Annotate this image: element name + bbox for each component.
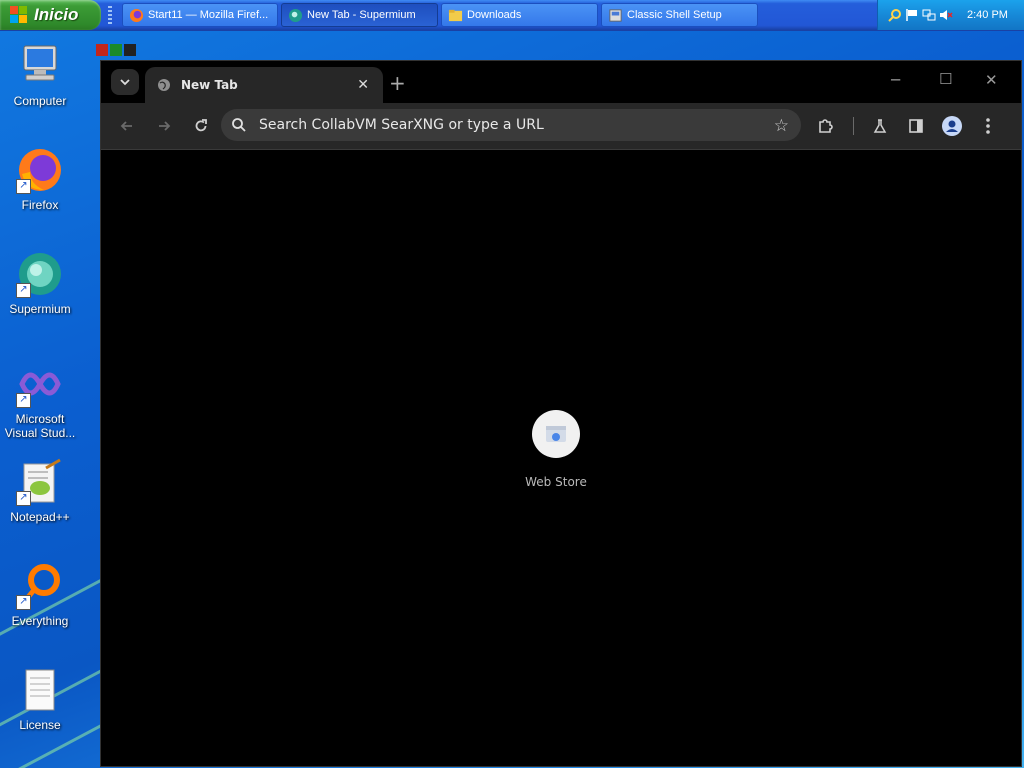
desktop-icon-computer[interactable]: Computer <box>0 42 80 108</box>
profile-button[interactable] <box>941 115 963 137</box>
side-panel-icon <box>909 119 923 133</box>
clock[interactable]: 2:40 PM <box>967 9 1008 21</box>
browser-window: New Tab ✕ + ─ ☐ ✕ Search CollabVM SearXN… <box>100 60 1022 767</box>
desktop-icon-label: Microsoft Visual Stud... <box>4 412 76 440</box>
taskbar-task-firefox[interactable]: Start11 — Mozilla Firef... <box>122 3 278 27</box>
network-icon[interactable] <box>922 8 936 22</box>
reload-icon <box>195 119 207 132</box>
shortcut-arrow-icon: ↗ <box>16 179 31 194</box>
address-bar[interactable]: Search CollabVM SearXNG or type a URL ☆ <box>221 109 801 141</box>
globe-icon <box>158 79 170 91</box>
shortcut-label: Web Store <box>525 475 587 489</box>
folder-icon <box>448 9 463 21</box>
tab-search-button[interactable] <box>111 69 139 95</box>
taskbar-grip[interactable] <box>108 6 112 24</box>
supermium-icon: ↗ <box>16 250 64 298</box>
text-document-icon <box>16 666 64 714</box>
chevron-down-icon <box>120 79 130 86</box>
arrow-left-icon <box>120 121 132 131</box>
taskbar-task-supermium[interactable]: New Tab - Supermium <box>281 3 438 27</box>
bookmark-star-icon[interactable]: ☆ <box>774 116 789 136</box>
maximize-button[interactable]: ☐ <box>939 70 952 88</box>
tab-strip: New Tab ✕ + ─ ☐ ✕ <box>101 61 1021 103</box>
desktop-icon-license[interactable]: License <box>0 666 80 732</box>
flask-icon <box>873 119 887 133</box>
search-icon <box>232 118 246 132</box>
desktop-icon-label: Everything <box>11 614 69 628</box>
desktop-icon-everything[interactable]: ↗ Everything <box>0 562 80 628</box>
desktop-icon-supermium[interactable]: ↗ Supermium <box>0 250 80 316</box>
computer-icon <box>16 42 64 90</box>
shortcut-arrow-icon: ↗ <box>16 595 31 610</box>
reload-button[interactable] <box>190 115 212 137</box>
volume-muted-icon[interactable] <box>939 8 953 22</box>
tab-title: New Tab <box>181 78 238 92</box>
firefox-icon: ↗ <box>16 146 64 194</box>
extensions-button[interactable] <box>815 115 837 137</box>
taskbar: Inicio Start11 — Mozilla Firef... New Ta… <box>0 0 1024 31</box>
taskbar-task-label: Start11 — Mozilla Firef... <box>148 9 269 21</box>
minimize-button[interactable]: ─ <box>891 71 900 89</box>
arrow-right-icon <box>159 121 171 131</box>
web-store-icon <box>546 426 566 442</box>
visual-studio-icon: ↗ <box>16 360 64 408</box>
back-button[interactable] <box>116 115 138 137</box>
start-button[interactable]: Inicio <box>0 0 101 30</box>
tab-new-tab[interactable]: New Tab ✕ <box>145 67 383 103</box>
windows-logo-icon <box>10 6 28 24</box>
supermium-icon <box>288 8 303 22</box>
desktop-icon-notepad-plus-plus[interactable]: ↗ Notepad++ <box>0 458 80 524</box>
shortcut-arrow-icon: ↗ <box>16 491 31 506</box>
taskbar-task-downloads[interactable]: Downloads <box>441 3 598 27</box>
profile-avatar-icon <box>942 116 962 136</box>
shortcut-tile-web-store[interactable] <box>532 410 580 458</box>
desktop-icon-label: Computer <box>13 94 67 108</box>
side-panel-button[interactable] <box>905 115 927 137</box>
desktop-icon-visual-studio[interactable]: ↗ Microsoft Visual Stud... <box>0 360 80 440</box>
address-bar-placeholder: Search CollabVM SearXNG or type a URL <box>259 117 544 133</box>
desktop-icon-firefox[interactable]: ↗ Firefox <box>0 146 80 212</box>
shortcut-arrow-icon: ↗ <box>16 283 31 298</box>
shortcut-arrow-icon: ↗ <box>16 393 31 408</box>
labs-button[interactable] <box>869 115 891 137</box>
firefox-icon <box>129 8 144 22</box>
installer-icon <box>609 8 622 22</box>
puzzle-icon <box>819 119 833 133</box>
taskbar-task-classic-shell-setup[interactable]: Classic Shell Setup <box>601 3 758 27</box>
browser-toolbar: Search CollabVM SearXNG or type a URL ☆ <box>101 103 1021 150</box>
desktop-icon-label: License <box>19 718 61 732</box>
close-tab-icon[interactable]: ✕ <box>357 77 369 93</box>
everything-search-icon: ↗ <box>16 562 64 610</box>
search-icon[interactable] <box>888 8 902 22</box>
taskbar-task-label: Classic Shell Setup <box>627 9 722 21</box>
forward-button[interactable] <box>153 115 175 137</box>
new-tab-page: Web Store <box>101 150 1021 766</box>
close-window-button[interactable]: ✕ <box>985 71 998 89</box>
taskbar-task-label: Downloads <box>467 9 522 21</box>
menu-button[interactable] <box>977 115 999 137</box>
start-label: Inicio <box>34 5 79 24</box>
toolbar-divider <box>853 117 854 135</box>
desktop-icon-label: Firefox <box>21 198 59 212</box>
taskbar-task-label: New Tab - Supermium <box>307 9 416 21</box>
new-tab-button[interactable]: + <box>389 71 406 95</box>
desktop-icon-label: Notepad++ <box>10 510 70 524</box>
flag-icon[interactable] <box>905 8 919 22</box>
notepad-plus-plus-icon: ↗ <box>16 458 64 506</box>
desktop-icon-label: Supermium <box>9 302 71 316</box>
kebab-menu-icon <box>986 118 990 134</box>
system-tray: 2:40 PM <box>877 0 1024 30</box>
